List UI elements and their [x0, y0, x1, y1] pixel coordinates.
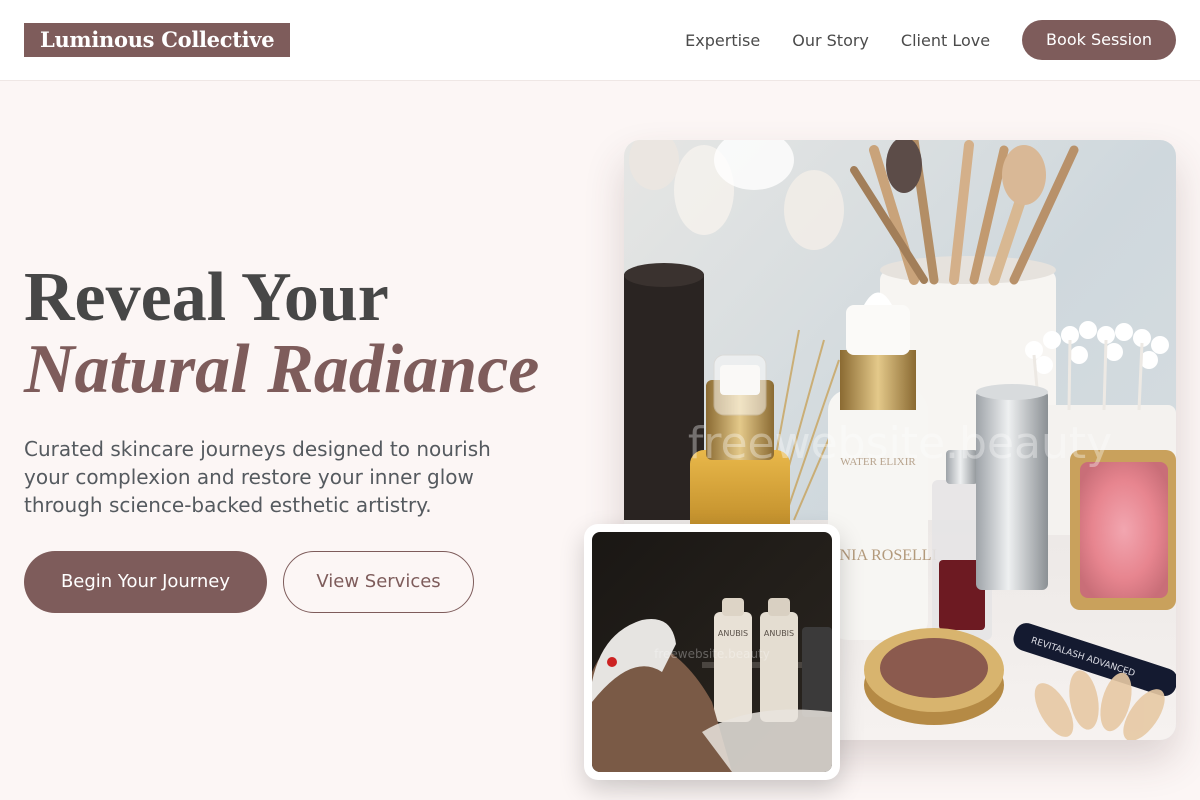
view-services-button[interactable]: View Services	[283, 551, 474, 613]
nav-link-client-love[interactable]: Client Love	[901, 31, 990, 50]
main-image-watermark: freewebsite.beauty	[688, 418, 1112, 469]
main-nav: Expertise Our Story Client Love Book Ses…	[685, 20, 1176, 60]
begin-journey-button[interactable]: Begin Your Journey	[24, 551, 267, 613]
inset-bottle-label-1: ANUBIS	[718, 629, 748, 638]
book-session-button[interactable]: Book Session	[1022, 20, 1176, 60]
hero-title-line2: Natural Radiance	[24, 331, 540, 408]
inset-image-watermark: freewebsite.beauty	[654, 647, 770, 661]
site-header: Luminous Collective Expertise Our Story …	[0, 0, 1200, 81]
hero-subtitle: Curated skincare journeys designed to no…	[24, 437, 491, 517]
hero-title-line1: Reveal Your	[24, 259, 389, 336]
hero-title: Reveal Your Natural Radiance	[24, 262, 539, 406]
nav-link-our-story[interactable]: Our Story	[792, 31, 869, 50]
nav-link-expertise[interactable]: Expertise	[685, 31, 760, 50]
inset-bottle-label-2: ANUBIS	[764, 629, 794, 638]
spa-treatment-image: ANUBIS ANUBIS freewebsite.beauty	[592, 532, 832, 772]
spa-treatment-image-frame: ANUBIS ANUBIS freewebsite.beauty	[584, 524, 840, 780]
brand-logo[interactable]: Luminous Collective	[24, 23, 291, 57]
